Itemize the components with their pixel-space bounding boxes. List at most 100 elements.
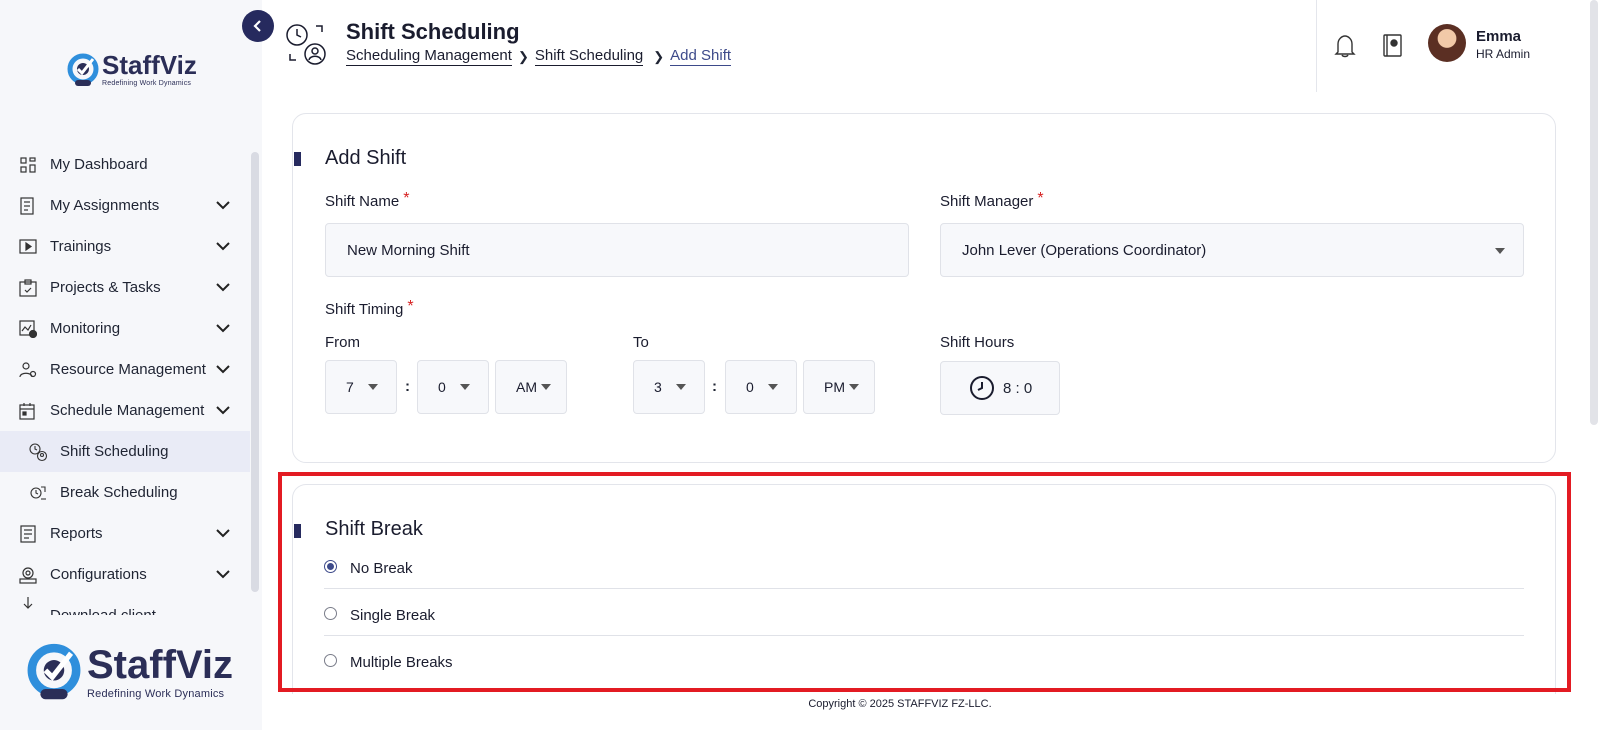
sidebar-item-my-dashboard[interactable]: My Dashboard — [0, 144, 250, 185]
sidebar-item-my-assignments[interactable]: My Assignments — [0, 185, 250, 226]
required-mark: * — [407, 298, 414, 315]
avatar[interactable] — [1428, 24, 1466, 62]
sidebar-item-download-client[interactable]: Download client — [0, 595, 250, 615]
resource-icon — [18, 360, 38, 380]
handbook-icon[interactable] — [1382, 34, 1404, 58]
breadcrumb-add-shift[interactable]: Add Shift — [670, 47, 732, 66]
to-meridiem-value: PM — [824, 379, 845, 395]
shift-hours-label: Shift Hours — [940, 334, 1015, 351]
from-meridiem-select[interactable]: AM — [495, 360, 567, 414]
sidebar-item-label: Break Scheduling — [60, 484, 178, 501]
chevron-down-icon[interactable] — [216, 566, 230, 583]
sidebar-item-label: Reports — [50, 525, 103, 542]
download-icon — [18, 595, 38, 615]
clock-icon — [970, 376, 994, 400]
radio-label: Single Break — [350, 607, 436, 624]
shift-hours-display: 8 : 0 — [940, 361, 1060, 415]
from-label: From — [325, 334, 360, 351]
sidebar-item-label: Trainings — [50, 238, 112, 255]
breadcrumb: Scheduling Management ❯ Shift Scheduling… — [346, 47, 732, 66]
from-meridiem-value: AM — [516, 379, 537, 395]
calendar-icon — [18, 401, 38, 421]
from-hour-select[interactable]: 7 — [325, 360, 397, 414]
radio-single-break[interactable]: Single Break — [324, 592, 1524, 639]
shift-timing-label: Shift Timing * — [325, 298, 414, 319]
footer-copyright: Copyright © 2025 STAFFVIZ FZ-LLC. — [808, 698, 992, 710]
radio-button[interactable] — [324, 560, 337, 573]
sidebar-item-label: Shift Scheduling — [60, 443, 169, 460]
sidebar-item-shift-scheduling[interactable]: Shift Scheduling — [0, 431, 250, 472]
staffviz-logo-icon — [67, 53, 99, 86]
caret-down-icon — [1495, 248, 1505, 254]
monitoring-icon — [18, 319, 38, 339]
sidebar-item-label: Monitoring — [50, 320, 121, 337]
chevron-left-icon — [253, 20, 261, 32]
chevron-down-icon[interactable] — [216, 525, 230, 542]
chevron-down-icon[interactable] — [216, 238, 230, 255]
page-scrollbar[interactable] — [1590, 0, 1598, 425]
sidebar-item-label: My Assignments — [50, 197, 160, 214]
sidebar-item-label: Configurations — [50, 566, 147, 583]
shift-icon — [28, 442, 48, 462]
caret-down-icon — [675, 384, 686, 390]
sidebar-item-label: Download client — [50, 607, 156, 615]
sidebar-item-break-scheduling[interactable]: Break Scheduling — [0, 472, 250, 513]
sidebar-nav: My Dashboard My Assignments Trainings Pr… — [0, 144, 250, 622]
shift-manager-value: John Lever (Operations Coordinator) — [962, 241, 1207, 259]
shift-name-input[interactable]: New Morning Shift — [325, 223, 909, 277]
staffviz-logo-icon — [27, 643, 81, 700]
required-mark: * — [1037, 190, 1044, 207]
shift-manager-label: Shift Manager * — [940, 190, 1044, 211]
sidebar: StaffViz Redefining Work Dynamics My Das… — [0, 0, 262, 730]
to-minute-select[interactable]: 0 — [725, 360, 797, 414]
section-marker — [294, 152, 301, 166]
radio-button[interactable] — [324, 654, 337, 667]
shift-name-value: New Morning Shift — [347, 241, 470, 259]
sidebar-item-trainings[interactable]: Trainings — [0, 226, 250, 267]
user-name: Emma — [1476, 28, 1522, 45]
radio-no-break[interactable]: No Break — [324, 545, 1524, 592]
from-minute-select[interactable]: 0 — [417, 360, 489, 414]
sidebar-item-label: Schedule Management — [50, 402, 205, 419]
breadcrumb-shift-scheduling[interactable]: Shift Scheduling — [534, 47, 644, 66]
shift-scheduling-icon — [286, 24, 326, 65]
shift-manager-select[interactable]: John Lever (Operations Coordinator) — [940, 223, 1524, 277]
play-icon — [18, 237, 38, 257]
sidebar-item-resource-management[interactable]: Resource Management — [0, 349, 250, 390]
chevron-down-icon[interactable] — [216, 197, 230, 214]
sidebar-item-schedule-management[interactable]: Schedule Management — [0, 390, 250, 431]
chevron-down-icon[interactable] — [216, 402, 230, 419]
brand-logo[interactable]: StaffViz Redefining Work Dynamics — [66, 52, 197, 87]
to-minute-value: 0 — [746, 379, 754, 395]
sidebar-item-reports[interactable]: Reports — [0, 513, 250, 554]
chevron-down-icon[interactable] — [216, 361, 230, 378]
shift-name-label: Shift Name * — [325, 190, 409, 211]
sidebar-scrollbar[interactable] — [251, 152, 259, 592]
caret-down-icon — [767, 384, 778, 390]
to-hour-value: 3 — [654, 379, 662, 395]
to-meridiem-select[interactable]: PM — [803, 360, 875, 414]
radio-multiple-breaks[interactable]: Multiple Breaks — [324, 639, 1524, 686]
add-shift-title: Add Shift — [325, 147, 407, 169]
break-icon — [28, 483, 48, 503]
chevron-down-icon[interactable] — [216, 320, 230, 337]
to-hour-select[interactable]: 3 — [633, 360, 705, 414]
chevron-right-icon: ❯ — [517, 48, 529, 64]
caret-down-icon — [367, 384, 378, 390]
sidebar-item-configurations[interactable]: Configurations — [0, 554, 250, 595]
sidebar-item-projects-tasks[interactable]: Projects & Tasks — [0, 267, 250, 308]
divider — [324, 635, 1524, 636]
divider — [324, 588, 1524, 589]
brand-name: StaffViz — [87, 642, 233, 687]
sidebar-collapse-button[interactable] — [242, 10, 274, 42]
shift-manager-label-text: Shift Manager — [940, 193, 1034, 210]
breadcrumb-scheduling-management[interactable]: Scheduling Management — [346, 47, 512, 66]
shift-hours-value: 8 : 0 — [1003, 379, 1033, 397]
sidebar-item-label: Resource Management — [50, 361, 206, 378]
bell-icon[interactable] — [1334, 34, 1356, 58]
sidebar-item-monitoring[interactable]: Monitoring — [0, 308, 250, 349]
chevron-right-icon: ❯ — [653, 48, 665, 64]
clipboard-icon — [18, 278, 38, 298]
chevron-down-icon[interactable] — [216, 279, 230, 296]
radio-button[interactable] — [324, 607, 337, 620]
